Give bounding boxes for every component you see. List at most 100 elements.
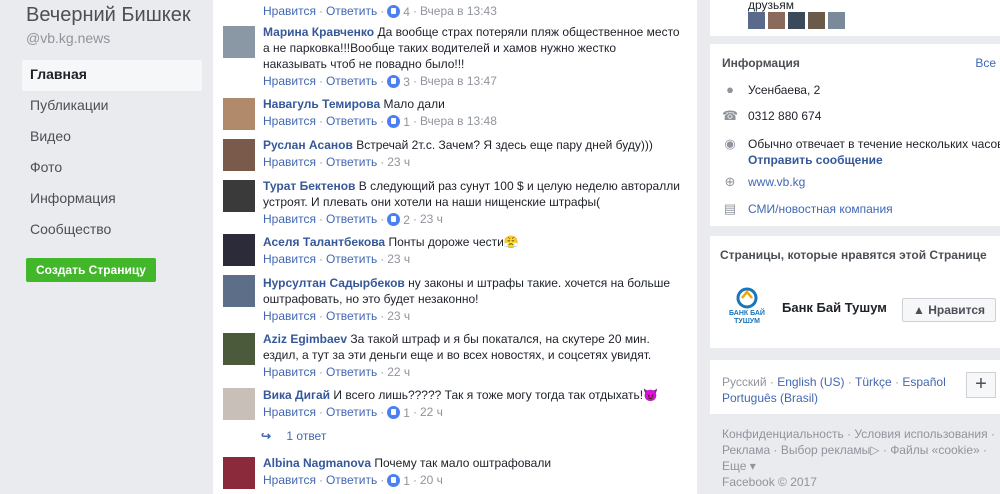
- add-language-button[interactable]: +: [966, 372, 996, 398]
- like-count[interactable]: 1: [387, 405, 410, 421]
- like-link[interactable]: Нравится: [263, 114, 316, 128]
- like-link[interactable]: Нравится: [263, 74, 316, 88]
- comment-time[interactable]: 23 ч: [387, 155, 410, 169]
- comment-time[interactable]: 23 ч: [420, 212, 443, 226]
- language-link[interactable]: Português (Brasil): [722, 391, 818, 405]
- comment-time[interactable]: 23 ч: [387, 309, 410, 323]
- avatar[interactable]: [223, 234, 255, 266]
- reply-link[interactable]: Ответить: [326, 309, 377, 323]
- avatar[interactable]: [788, 12, 805, 29]
- map-pin-icon: ●: [726, 82, 734, 97]
- footer-link[interactable]: Реклама: [722, 443, 770, 457]
- comment-time[interactable]: 22 ч: [387, 365, 410, 379]
- liked-page-name[interactable]: Банк Бай Тушум: [782, 300, 887, 315]
- avatar[interactable]: [828, 12, 845, 29]
- website-link[interactable]: www.vb.kg: [748, 174, 1000, 190]
- reply-link[interactable]: Ответить: [326, 473, 377, 487]
- reply-link[interactable]: Ответить: [326, 212, 377, 226]
- comment-time[interactable]: 23 ч: [387, 252, 410, 266]
- comment-text: И всего лишь????? Так я тоже могу тогда …: [333, 388, 659, 402]
- nav-item-photos[interactable]: Фото: [22, 153, 202, 184]
- nav-item-posts[interactable]: Публикации: [22, 91, 202, 122]
- comment-time[interactable]: Вчера в 13:47: [420, 74, 497, 88]
- nav-item-home[interactable]: Главная: [22, 60, 202, 91]
- comment-text: Понты дороже чести😤: [388, 235, 519, 249]
- comment-author[interactable]: Aziz Egimbaev: [263, 332, 347, 346]
- nav-item-community[interactable]: Сообщество: [22, 215, 202, 246]
- comment-time[interactable]: 20 ч: [420, 473, 443, 487]
- comment-actions: Нравится · Ответить · 1 · 22 ч: [263, 405, 443, 421]
- reply-arrow-icon: ↪: [261, 429, 272, 443]
- reply-link[interactable]: Ответить: [326, 4, 377, 18]
- comment-author[interactable]: Нурсултан Садырбеков: [263, 276, 405, 290]
- like-count[interactable]: 2: [387, 212, 410, 228]
- like-link[interactable]: Нравится: [263, 212, 316, 226]
- page-handle[interactable]: @vb.kg.news: [26, 30, 110, 46]
- like-count[interactable]: 1: [387, 114, 410, 130]
- comment-author[interactable]: Вика Дигай: [263, 388, 330, 402]
- avatar[interactable]: [748, 12, 765, 29]
- reply-link[interactable]: Ответить: [326, 365, 377, 379]
- like-link[interactable]: Нравится: [263, 4, 316, 18]
- nav-item-about[interactable]: Информация: [22, 184, 202, 215]
- footer-link[interactable]: Выбор рекламы: [781, 443, 870, 457]
- footer-link[interactable]: Условия использования: [854, 427, 987, 441]
- footer: Конфиденциальность · Условия использован…: [722, 427, 995, 489]
- reply-link[interactable]: Ответить: [326, 252, 377, 266]
- comment-author[interactable]: Руслан Асанов: [263, 138, 353, 152]
- language-link[interactable]: Türkçe: [855, 375, 892, 389]
- comment-time[interactable]: 22 ч: [420, 405, 443, 419]
- like-link[interactable]: Нравится: [263, 365, 316, 379]
- comment-time[interactable]: Вчера в 13:43: [420, 4, 497, 18]
- comment-text: Встречай 2т.с. Зачем? Я здесь еще пару д…: [356, 138, 653, 152]
- avatar[interactable]: [768, 12, 785, 29]
- comment-author[interactable]: Турат Бектенов: [263, 179, 355, 193]
- avatar[interactable]: [223, 333, 255, 365]
- thumbs-up-icon: [387, 212, 401, 226]
- reply-link[interactable]: Ответить: [326, 155, 377, 169]
- like-count[interactable]: 1: [387, 473, 410, 489]
- category-link[interactable]: СМИ/новостная компания: [748, 201, 1000, 217]
- info-title: Информация: [722, 56, 800, 70]
- nav-item-videos[interactable]: Видео: [22, 122, 202, 153]
- comment-actions: Нравится · Ответить · 23 ч: [263, 155, 411, 169]
- like-link[interactable]: Нравится: [263, 155, 316, 169]
- avatar[interactable]: [223, 457, 255, 489]
- avatar[interactable]: [223, 26, 255, 58]
- footer-link[interactable]: Конфиденциальность: [722, 427, 844, 441]
- comment-time[interactable]: Вчера в 13:48: [420, 114, 497, 128]
- comment-author[interactable]: Навагуль Темирова: [263, 97, 380, 111]
- language-link[interactable]: Español: [902, 375, 945, 389]
- like-link[interactable]: Нравится: [263, 473, 316, 487]
- like-link[interactable]: Нравится: [263, 309, 316, 323]
- avatar[interactable]: [223, 388, 255, 420]
- footer-link[interactable]: Файлы «cookie»: [890, 443, 980, 457]
- send-message-link[interactable]: Отправить сообщение: [748, 153, 883, 167]
- avatar[interactable]: [223, 98, 255, 130]
- ad-choices-icon: ▷: [870, 443, 880, 457]
- like-link[interactable]: Нравится: [263, 252, 316, 266]
- bank-logo[interactable]: БАНК БАЙ ТУШУМ: [720, 286, 774, 330]
- reply-link[interactable]: Ответить: [326, 114, 377, 128]
- see-all-link[interactable]: Все: [975, 56, 996, 70]
- footer-link[interactable]: Еще: [722, 459, 746, 473]
- like-link[interactable]: Нравится: [263, 405, 316, 419]
- reply-link[interactable]: Ответить: [326, 74, 377, 88]
- comment-author[interactable]: Аселя Талантбекова: [263, 235, 385, 249]
- like-count[interactable]: 4: [387, 4, 410, 20]
- like-page-button[interactable]: ▲ Нравится: [902, 298, 996, 322]
- language-link[interactable]: English (US): [777, 375, 844, 389]
- avatar[interactable]: [808, 12, 825, 29]
- view-replies-link[interactable]: ↪ 1 ответ: [261, 429, 326, 443]
- avatar[interactable]: [223, 180, 255, 212]
- avatar[interactable]: [223, 275, 255, 307]
- comment-actions: Нравится · Ответить · 22 ч: [263, 365, 411, 379]
- reply-link[interactable]: Ответить: [326, 405, 377, 419]
- page-title[interactable]: Вечерний Бишкек: [26, 4, 191, 27]
- comment-author[interactable]: Марина Кравченко: [263, 25, 374, 39]
- avatar[interactable]: [223, 139, 255, 171]
- thumbs-up-icon: [387, 405, 401, 419]
- like-count[interactable]: 3: [387, 74, 410, 90]
- create-page-button[interactable]: Создать Страницу: [26, 258, 156, 282]
- comment-author[interactable]: Albina Nagmanova: [263, 456, 371, 470]
